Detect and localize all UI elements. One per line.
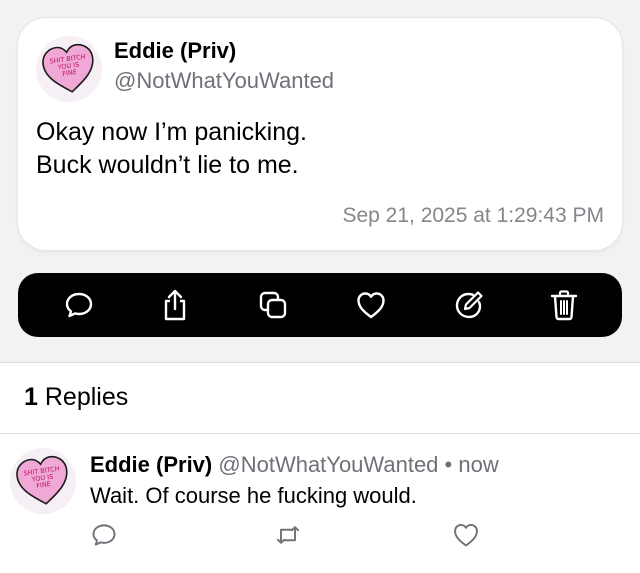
tweet-detail-area: SHIT BITCH YOU IS FINE Eddie (Priv) @Not… (0, 0, 640, 362)
reply-author-handle[interactable]: @NotWhatYouWanted (218, 452, 438, 477)
reply-button[interactable] (59, 285, 99, 325)
reply-icon (92, 524, 116, 546)
like-icon (357, 292, 385, 319)
reply-text: Wait. Of course he fucking would. (90, 483, 417, 508)
reply-retweet-button[interactable] (273, 520, 303, 550)
share-button[interactable] (155, 285, 195, 325)
reply-reply-button[interactable] (89, 520, 119, 550)
like-icon (454, 523, 478, 547)
tweet-timestamp: Sep 21, 2025 at 1:29:43 PM (342, 204, 604, 227)
tweet-action-bar (18, 273, 622, 337)
tweet-text-line: Buck wouldn’t lie to me. (36, 151, 299, 179)
candy-heart-avatar-image: SHIT BITCH YOU IS FINE (10, 448, 76, 514)
replies-divider (0, 433, 640, 434)
share-icon (164, 289, 186, 321)
reply-meta: Eddie (Priv) @NotWhatYouWanted • now (90, 452, 499, 478)
reply-time: now (458, 452, 499, 477)
reply-like-button[interactable] (451, 520, 481, 550)
delete-button[interactable] (544, 285, 584, 325)
edit-button[interactable] (449, 285, 489, 325)
reply-author-name[interactable]: Eddie (Priv) (90, 452, 212, 477)
avatar[interactable]: SHIT BITCH YOU IS FINE (36, 36, 102, 102)
author-name[interactable]: Eddie (Priv) (114, 38, 236, 64)
replies-header: 1 Replies (24, 383, 128, 412)
tweet-card: SHIT BITCH YOU IS FINE Eddie (Priv) @Not… (18, 18, 622, 250)
edit-icon (455, 291, 483, 319)
copy-button[interactable] (253, 285, 293, 325)
retweet-icon (276, 526, 300, 544)
replies-label: Replies (44, 383, 129, 411)
tweet-text: Okay now I’m panicking. Buck wouldn’t li… (36, 116, 307, 182)
delete-icon (550, 290, 578, 321)
candy-heart-avatar-image: SHIT BITCH YOU IS FINE (36, 36, 102, 102)
meta-separator: • (444, 452, 453, 477)
like-button[interactable] (351, 285, 391, 325)
replies-section: 1 Replies SHIT BITCH YOU IS FINE Eddie (… (0, 363, 640, 573)
author-handle[interactable]: @NotWhatYouWanted (114, 68, 334, 94)
reply-icon (65, 292, 93, 318)
replies-count: 1 (24, 383, 38, 411)
copy-icon (259, 291, 287, 319)
reply-avatar[interactable]: SHIT BITCH YOU IS FINE (10, 448, 76, 514)
tweet-text-line: Okay now I’m panicking. (36, 118, 307, 146)
